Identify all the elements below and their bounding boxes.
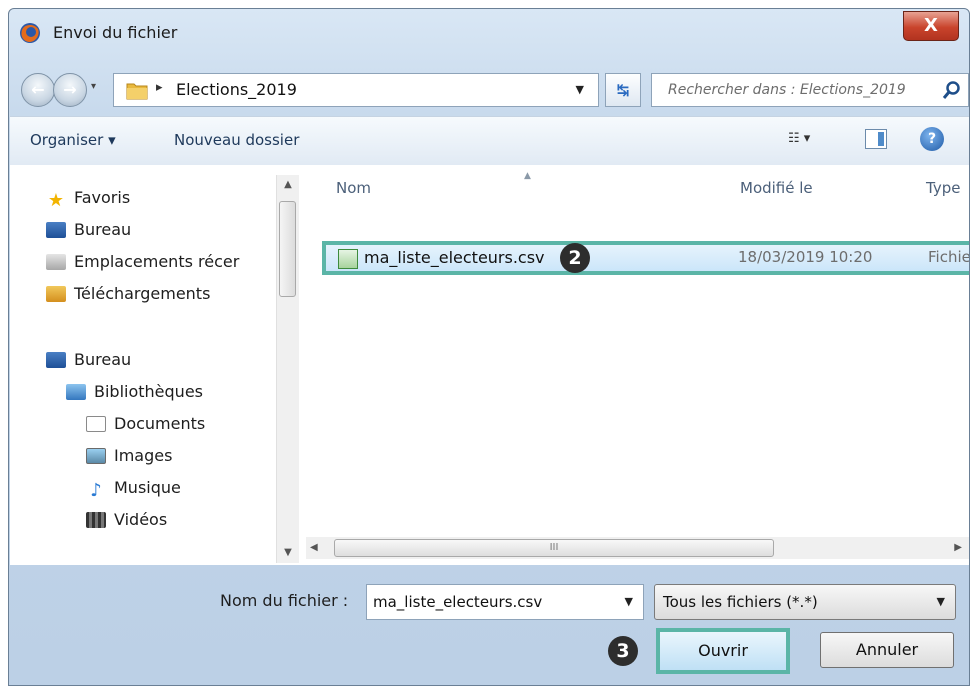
star-icon: ★ bbox=[47, 190, 65, 211]
step-badge-2: 2 bbox=[560, 243, 590, 273]
file-row[interactable]: ma_liste_electeurs.csv 18/03/2019 10:20 … bbox=[322, 241, 970, 275]
arrow-left-icon: ← bbox=[31, 80, 45, 99]
scroll-down-icon[interactable]: ▼ bbox=[277, 543, 299, 563]
file-list: ▲ Nom Modifié le Type ma_liste_electeurs… bbox=[302, 165, 970, 565]
sidebar-item-favoris[interactable]: ★ Favoris bbox=[46, 185, 130, 211]
path-separator: ▸ bbox=[156, 80, 163, 95]
organise-menu[interactable]: Organiser ▾ bbox=[30, 131, 116, 149]
back-button[interactable]: ← bbox=[21, 73, 55, 107]
downloads-icon bbox=[46, 286, 66, 302]
step-badge-3: 3 bbox=[608, 636, 638, 666]
search-placeholder: Rechercher dans : Elections_2019 bbox=[668, 82, 906, 98]
dialog-footer: Nom du fichier : ma_liste_electeurs.csv … bbox=[10, 566, 969, 685]
forward-button[interactable]: → bbox=[53, 73, 87, 107]
sort-ascending-icon: ▲ bbox=[524, 171, 531, 181]
csv-file-icon bbox=[338, 249, 358, 269]
sidebar-item-music[interactable]: ♪ Musique bbox=[86, 475, 181, 501]
firefox-icon bbox=[20, 23, 40, 43]
chevron-down-icon[interactable]: ▼ bbox=[576, 83, 584, 96]
scroll-up-icon[interactable]: ▲ bbox=[277, 175, 299, 195]
file-list-scrollbar[interactable]: ◀ III ▶ bbox=[306, 537, 969, 559]
folder-icon bbox=[126, 83, 148, 100]
videos-icon bbox=[86, 512, 106, 528]
column-header-type[interactable]: Type bbox=[926, 179, 960, 197]
cancel-button[interactable]: Annuler bbox=[820, 632, 954, 668]
sidebar-item-recent-places[interactable]: Emplacements récer bbox=[46, 249, 239, 275]
navigation-bar: ← → ▾ ▸ Elections_2019 ▼ ↹ Rechercher da… bbox=[9, 69, 969, 111]
scroll-thumb-horizontal[interactable]: III bbox=[334, 539, 774, 557]
close-button[interactable]: X bbox=[903, 11, 959, 41]
sidebar-item-videos[interactable]: Vidéos bbox=[86, 507, 167, 533]
preview-pane-icon[interactable] bbox=[865, 129, 887, 149]
refresh-button[interactable]: ↹ bbox=[605, 73, 641, 107]
recent-places-icon bbox=[46, 254, 66, 270]
search-icon[interactable] bbox=[942, 80, 962, 100]
search-input[interactable]: Rechercher dans : Elections_2019 bbox=[651, 73, 969, 107]
refresh-icon: ↹ bbox=[616, 81, 630, 99]
filename-label: Nom du fichier : bbox=[220, 591, 349, 610]
scroll-left-icon[interactable]: ◀ bbox=[310, 537, 318, 559]
column-header-modified[interactable]: Modifié le bbox=[740, 179, 813, 197]
column-header-name[interactable]: Nom bbox=[336, 179, 371, 197]
window-title: Envoi du fichier bbox=[53, 23, 178, 42]
file-modified: 18/03/2019 10:20 bbox=[738, 248, 873, 266]
sidebar-item-bureau-root[interactable]: Bureau bbox=[46, 347, 131, 373]
desktop-icon bbox=[46, 352, 66, 368]
sidebar-item-downloads[interactable]: Téléchargements bbox=[46, 281, 210, 307]
content-area: ★ Favoris Bureau Emplacements récer Téléc… bbox=[10, 165, 970, 565]
arrow-right-icon: → bbox=[63, 80, 77, 99]
sidebar-item-images[interactable]: Images bbox=[86, 443, 172, 469]
navigation-pane: ★ Favoris Bureau Emplacements récer Téléc… bbox=[10, 165, 268, 565]
filename-input[interactable]: ma_liste_electeurs.csv ▼ bbox=[366, 584, 644, 620]
command-toolbar: Organiser ▾ Nouveau dossier ☷ ▾ ? bbox=[10, 116, 969, 166]
open-button[interactable]: Ouvrir bbox=[656, 628, 790, 674]
file-dialog: Envoi du fichier X ← → ▾ ▸ Elections_201… bbox=[8, 8, 970, 686]
nav-pane-scrollbar[interactable]: ▲ ▼ bbox=[276, 175, 299, 563]
view-options-icon[interactable]: ☷ ▾ bbox=[788, 131, 810, 146]
help-icon[interactable]: ? bbox=[920, 127, 944, 151]
file-type: Fichier bbox=[928, 248, 970, 266]
new-folder-button[interactable]: Nouveau dossier bbox=[174, 131, 299, 149]
sidebar-item-documents[interactable]: Documents bbox=[86, 411, 205, 437]
address-bar[interactable]: ▸ Elections_2019 ▼ bbox=[113, 73, 599, 107]
sidebar-item-bureau[interactable]: Bureau bbox=[46, 217, 131, 243]
scroll-right-icon[interactable]: ▶ bbox=[954, 537, 962, 559]
file-type-filter[interactable]: Tous les fichiers (*.*) ▼ bbox=[654, 584, 956, 620]
sidebar-item-libraries[interactable]: Bibliothèques bbox=[66, 379, 203, 405]
history-dropdown-icon[interactable]: ▾ bbox=[91, 81, 96, 92]
scroll-thumb[interactable] bbox=[279, 201, 296, 297]
chevron-down-icon[interactable]: ▼ bbox=[625, 585, 633, 619]
title-bar: Envoi du fichier X bbox=[9, 9, 969, 57]
path-segment[interactable]: Elections_2019 bbox=[176, 80, 297, 99]
chevron-down-icon[interactable]: ▼ bbox=[937, 585, 945, 619]
images-icon bbox=[86, 448, 106, 464]
libraries-icon bbox=[66, 384, 86, 400]
music-icon: ♪ bbox=[90, 480, 102, 501]
documents-icon bbox=[86, 416, 106, 432]
desktop-icon bbox=[46, 222, 66, 238]
file-name: ma_liste_electeurs.csv bbox=[364, 248, 545, 267]
